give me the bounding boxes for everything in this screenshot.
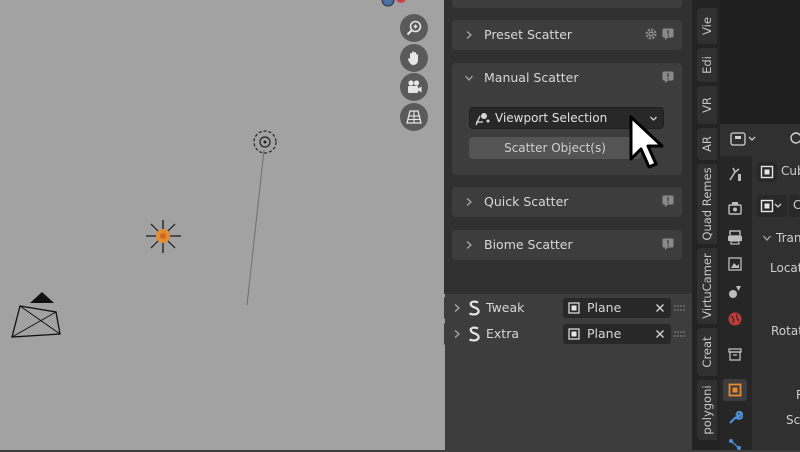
chevron-right-icon — [466, 31, 472, 39]
tab-virtucamera[interactable]: VirtuCamer — [697, 248, 717, 324]
video-camera-icon — [408, 80, 422, 93]
zoom-tool[interactable] — [400, 14, 428, 42]
pan-tool[interactable] — [400, 44, 428, 72]
object-icon — [568, 302, 580, 314]
info-icon[interactable] — [662, 195, 674, 207]
object-icon — [760, 165, 774, 179]
viewport-scene — [11, 0, 406, 338]
hand-icon — [407, 51, 418, 65]
extra-label: Extra — [486, 326, 519, 341]
rotation-label: Rotati — [771, 324, 800, 338]
tweak-label: Tweak — [486, 300, 525, 315]
editor-type-icon[interactable] — [730, 131, 758, 147]
camera-view-tool[interactable] — [400, 73, 428, 101]
mouse-cursor-icon — [629, 115, 664, 169]
tab-vr[interactable]: VR — [697, 86, 717, 124]
output-icon[interactable] — [727, 229, 743, 245]
info-icon[interactable] — [662, 238, 674, 250]
wrench-icon[interactable] — [727, 410, 743, 426]
rotation-mode-label: R — [796, 388, 800, 402]
tab-edit[interactable]: Edi — [697, 48, 717, 82]
extra-object-field[interactable]: Plane — [563, 324, 671, 344]
tab-ar[interactable]: AR — [697, 128, 717, 160]
scatter-logo-icon — [469, 300, 480, 316]
extra-subpanel[interactable]: Extra Plane — [444, 322, 691, 346]
view-layer-icon[interactable] — [727, 256, 743, 272]
chevron-right-icon — [466, 241, 472, 249]
3d-viewport[interactable] — [0, 0, 445, 450]
chevron-down-icon — [465, 75, 473, 81]
quick-scatter-title: Quick Scatter — [484, 194, 569, 209]
chevron-right-icon — [454, 304, 460, 312]
origin-point[interactable] — [146, 220, 181, 253]
tweak-object-field[interactable]: Plane — [563, 298, 671, 318]
search-icon[interactable] — [786, 130, 800, 148]
drag-handle-icon[interactable] — [673, 329, 685, 339]
light-object[interactable] — [253, 130, 277, 154]
ortho-toggle-tool[interactable] — [400, 103, 428, 131]
tool-icon[interactable] — [727, 166, 743, 182]
object-name-field[interactable]: C — [789, 195, 800, 217]
biome-scatter-panel: Biome Scatter — [452, 230, 682, 260]
chevron-down-icon[interactable] — [762, 233, 772, 243]
transform-section-title: Tran — [776, 231, 800, 245]
object-icon — [568, 328, 580, 340]
tab-quad-remesh[interactable]: Quad Remes — [697, 164, 717, 244]
scatter-mode-value: Viewport Selection — [495, 111, 608, 125]
scale-label: Sca — [786, 413, 800, 427]
chevron-right-icon — [466, 198, 472, 206]
biome-scatter-header[interactable]: Biome Scatter — [452, 230, 682, 260]
manual-scatter-header[interactable]: Manual Scatter — [452, 63, 682, 93]
grid-icon — [406, 110, 422, 124]
tweak-object-name: Plane — [587, 300, 622, 315]
magnifier-icon — [406, 20, 422, 36]
tab-polygoniq[interactable]: polygoni — [697, 380, 717, 440]
object-name-text: Cub — [781, 164, 800, 178]
chevron-right-icon — [454, 330, 460, 338]
world-icon[interactable] — [727, 311, 743, 327]
info-icon[interactable] — [662, 28, 674, 40]
preset-scatter-header[interactable]: Preset Scatter — [452, 20, 682, 50]
object-icon — [728, 383, 742, 397]
object-dropdown-icon — [760, 199, 782, 213]
gear-icon[interactable] — [644, 27, 658, 41]
close-icon[interactable] — [655, 303, 665, 313]
scene-icon[interactable] — [727, 284, 743, 300]
preset-scatter-title: Preset Scatter — [484, 27, 573, 42]
camera-object[interactable] — [11, 292, 61, 338]
extra-object-name: Plane — [587, 326, 622, 341]
quick-scatter-header[interactable]: Quick Scatter — [452, 187, 682, 217]
collection-icon[interactable] — [727, 346, 743, 362]
scatter-objects-button[interactable]: Scatter Object(s) — [469, 137, 641, 159]
scatter-logo-icon — [469, 326, 480, 342]
tweak-subpanel[interactable]: Tweak Plane — [444, 296, 691, 320]
biome-scatter-title: Biome Scatter — [484, 237, 573, 252]
quick-scatter-panel: Quick Scatter — [452, 187, 682, 217]
close-icon[interactable] — [655, 329, 665, 339]
drag-handle-icon[interactable] — [673, 303, 685, 313]
tab-view[interactable]: Vie — [697, 8, 717, 44]
info-icon[interactable] — [662, 71, 674, 83]
location-label: Locati — [770, 261, 800, 275]
panel-top-remnant — [452, 0, 682, 8]
tab-create[interactable]: Creat — [697, 328, 717, 376]
render-icon[interactable] — [727, 200, 743, 216]
preset-scatter-panel: Preset Scatter — [452, 20, 682, 50]
manual-scatter-title: Manual Scatter — [484, 70, 579, 85]
scatter-brush-icon — [475, 113, 490, 126]
